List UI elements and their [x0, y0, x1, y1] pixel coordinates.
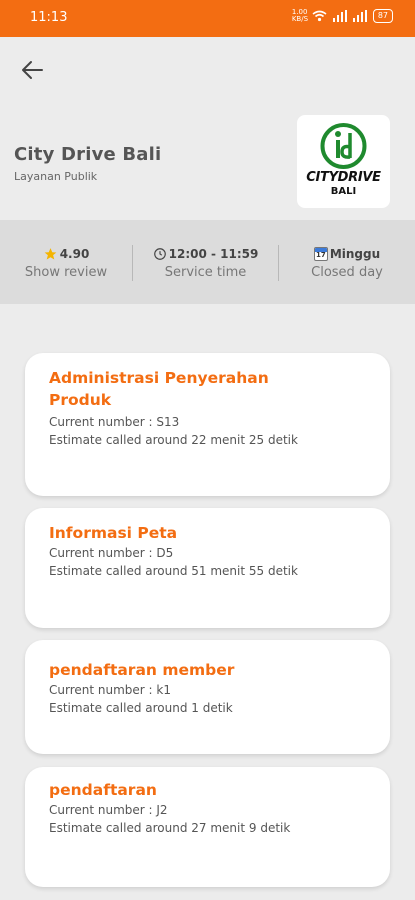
estimate-time: Estimate called around 27 menit 9 detik [49, 821, 291, 835]
stat-closed-day: 17 Minggu Closed day [279, 220, 415, 304]
rating-value: 4.90 [59, 247, 90, 261]
current-number: Current number : k1 [49, 683, 171, 697]
stat-service-time-label: Service time [164, 265, 247, 280]
page-title: City Drive Bali [14, 144, 162, 165]
status-bar: 11:13 1.00 KB/S 87 [0, 0, 415, 37]
service-name: Informasi Peta [49, 524, 178, 542]
network-speed: 1.00 KB/S [291, 8, 309, 23]
signal-icon-2 [352, 10, 367, 22]
calendar-icon: 17 [313, 247, 328, 261]
service-card[interactable]: Informasi Peta Current number : D5 Estim… [25, 508, 390, 628]
logo-sub-text: BALI [330, 186, 357, 197]
service-card[interactable]: Administrasi Penyerahan Produk Current n… [25, 353, 390, 496]
service-name: Administrasi Penyerahan Produk [49, 369, 269, 409]
service-name: pendaftaran [49, 781, 157, 799]
clock-icon [153, 248, 166, 260]
company-logo: CITYDRIVE BALI [297, 115, 390, 208]
estimate-time: Estimate called around 1 detik [49, 701, 233, 715]
service-card[interactable]: pendaftaran member Current number : k1 E… [25, 640, 390, 754]
battery-icon: 87 [372, 9, 393, 23]
back-button[interactable] [18, 57, 48, 83]
service-time-value: 12:00 - 11:59 [168, 247, 259, 261]
header: City Drive Bali Layanan Publik CITYDRIVE… [0, 37, 415, 220]
stat-service-time: 12:00 - 11:59 Service time [133, 220, 278, 304]
star-icon [44, 248, 57, 260]
stats-bar: 4.90 Show review 12:00 - 11:59 Service t… [0, 220, 415, 304]
closed-day-value: Minggu [329, 247, 381, 261]
stat-review-label: Show review [24, 265, 108, 280]
status-icons: 1.00 KB/S 87 [292, 9, 393, 23]
estimate-time: Estimate called around 51 menit 55 detik [49, 564, 298, 578]
estimate-time: Estimate called around 22 menit 25 detik [49, 433, 298, 447]
current-number: Current number : J2 [49, 803, 168, 817]
logo-mark-icon [320, 123, 367, 169]
arrow-left-icon [22, 61, 43, 79]
page-subtitle: Layanan Publik [14, 170, 98, 183]
calendar-day: 17 [315, 251, 326, 259]
signal-icon [332, 10, 347, 22]
current-number: Current number : S13 [49, 415, 180, 429]
logo-brand-text: CITYDRIVE [306, 170, 381, 185]
current-number: Current number : D5 [49, 546, 174, 560]
service-name: pendaftaran member [49, 661, 235, 679]
stat-review[interactable]: 4.90 Show review [0, 220, 132, 304]
wifi-icon [312, 10, 327, 22]
status-time: 11:13 [30, 10, 68, 25]
stat-closed-day-label: Closed day [311, 265, 383, 280]
service-card[interactable]: pendaftaran Current number : J2 Estimate… [25, 767, 390, 887]
